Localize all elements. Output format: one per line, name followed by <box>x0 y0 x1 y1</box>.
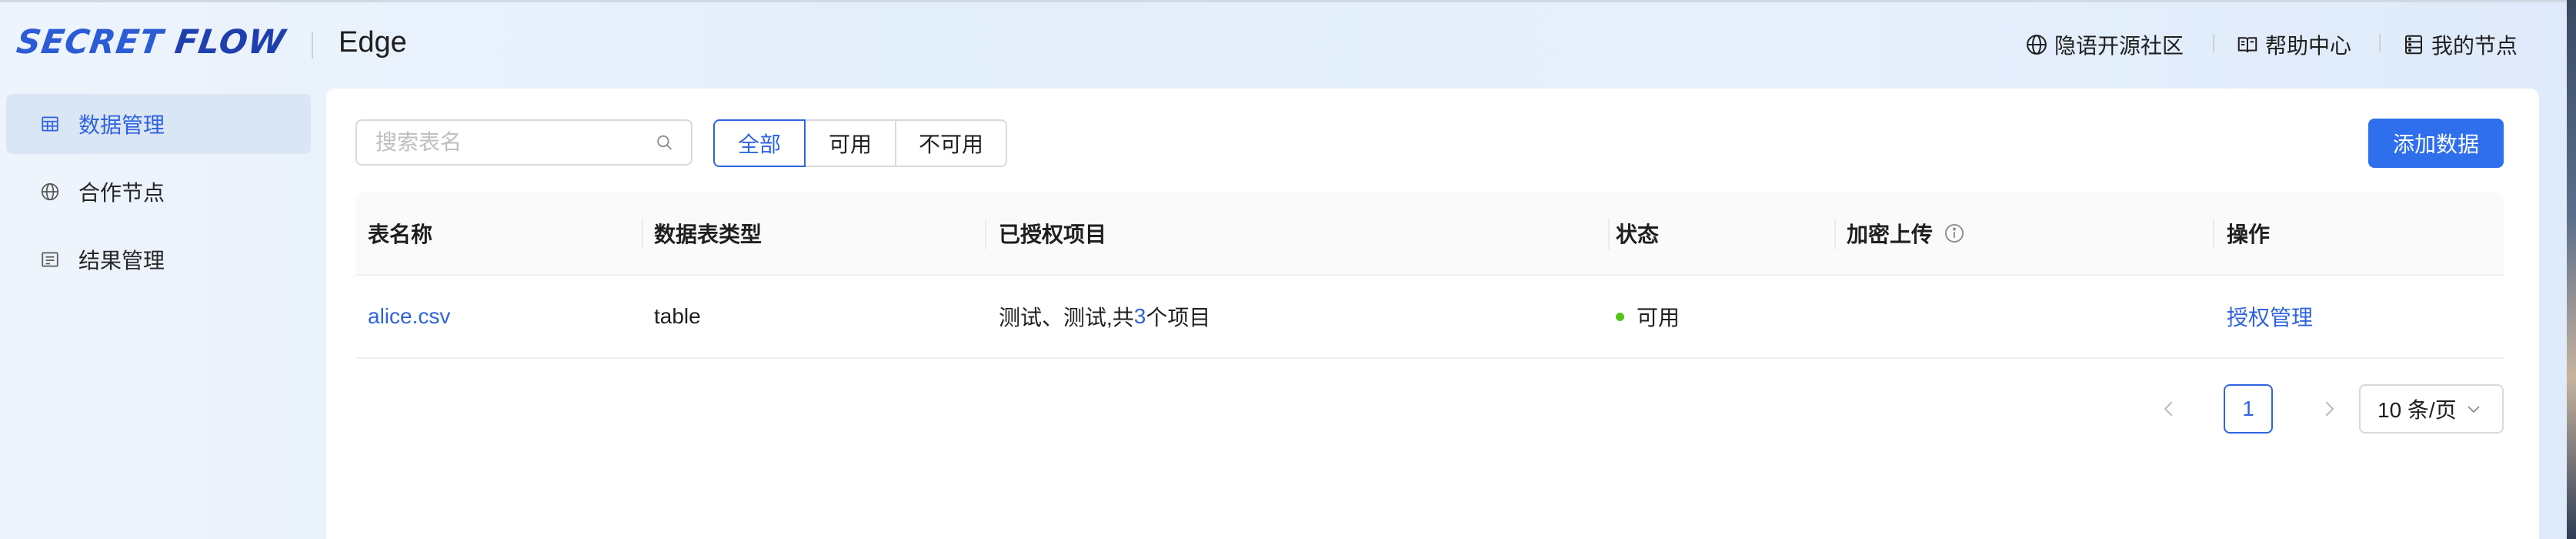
projects-prefix: 测试、测试,共 <box>999 306 1134 330</box>
column-header-type: 数据表类型 <box>654 223 762 246</box>
nav-help-label: 帮助中心 <box>2265 34 2352 58</box>
projects-count-link[interactable]: 3 <box>1134 304 1146 329</box>
page-number-button[interactable]: 1 <box>2224 384 2273 434</box>
sidebar-item-label: 合作节点 <box>78 181 165 205</box>
table-name-link[interactable]: alice.csv <box>368 276 450 357</box>
globe-icon <box>2027 35 2047 55</box>
table-header: 表名称 数据表类型 已授权项目 状态 加密上传 操作 <box>355 192 2504 276</box>
table-type-cell: table <box>654 304 701 328</box>
sidebar-item-label: 数据管理 <box>78 113 165 137</box>
nav-my-node-link[interactable]: 我的节点 <box>2402 29 2518 60</box>
main-content: 全部 可用 不可用 添加数据 表名称 数据表类型 已授权项目 状态 加密上传 操… <box>326 89 2539 539</box>
secretflow-logo[interactable]: SECRET FLOW <box>14 23 289 62</box>
sidebar-item-label: 结果管理 <box>78 249 165 273</box>
logo-text-secret: SECRET <box>14 23 166 62</box>
node-icon <box>2405 35 2422 55</box>
nav-community-label: 隐语开源社区 <box>2054 34 2184 58</box>
desktop-background-edge <box>2567 0 2576 539</box>
chevron-right-icon <box>2325 401 2334 417</box>
nav-divider <box>2213 34 2214 52</box>
search-box[interactable] <box>355 119 692 166</box>
search-input[interactable] <box>374 129 655 156</box>
status-dot <box>1616 312 1624 321</box>
sidebar-item-result-management[interactable]: 结果管理 <box>6 229 311 290</box>
chevron-left-icon <box>2164 401 2173 417</box>
projects-suffix: 个项目 <box>1146 306 1211 330</box>
sidebar-item-partner-nodes[interactable]: 合作节点 <box>6 162 311 222</box>
table-row: alice.csv table 测试、测试,共 3 个项目 可用 授权管理 <box>355 276 2504 359</box>
authorized-projects-cell: 测试、测试,共 3 个项目 <box>999 276 1210 357</box>
column-header-projects: 已授权项目 <box>999 223 1107 246</box>
add-data-button[interactable]: 添加数据 <box>2368 119 2504 168</box>
authorize-manage-link[interactable]: 授权管理 <box>2227 276 2313 357</box>
globe-icon <box>41 182 59 201</box>
nav-divider <box>2379 34 2381 52</box>
page-size-select[interactable]: 10 条/页 <box>2359 384 2504 434</box>
column-divider <box>1608 219 1610 249</box>
next-page-button[interactable] <box>2317 384 2341 434</box>
sidebar-item-data-management[interactable]: 数据管理 <box>6 94 311 154</box>
status-filter: 全部 可用 不可用 <box>713 119 1007 167</box>
nav-help-link[interactable]: 帮助中心 <box>2236 29 2351 60</box>
filter-unavailable-button[interactable]: 不可用 <box>895 119 1007 167</box>
prev-page-button[interactable] <box>2157 384 2181 434</box>
column-header-encrypted: 加密上传 <box>1847 192 1965 274</box>
result-icon <box>42 252 58 267</box>
product-name: Edge <box>339 26 407 59</box>
chevron-down-icon <box>2468 406 2480 413</box>
search-icon[interactable] <box>655 132 674 153</box>
book-icon <box>2237 37 2257 53</box>
data-table: 表名称 数据表类型 已授权项目 状态 加密上传 操作 alice.csv tab… <box>355 192 2504 359</box>
status-cell: 可用 <box>1616 276 1680 357</box>
column-divider <box>2213 219 2214 249</box>
logo-text-flow: FLOW <box>172 23 289 62</box>
app-header: SECRET FLOW Edge 隐语开源社区 帮助中心 我的节点 <box>0 0 2567 86</box>
column-divider <box>642 219 643 249</box>
filter-available-button[interactable]: 可用 <box>804 119 896 167</box>
nav-community-link[interactable]: 隐语开源社区 <box>2025 29 2184 60</box>
table-icon <box>42 116 58 132</box>
column-header-actions: 操作 <box>2227 223 2271 246</box>
column-divider <box>1834 219 1836 249</box>
column-header-encrypted-label: 加密上传 <box>1847 223 1934 246</box>
page-size-label: 10 条/页 <box>2377 398 2457 422</box>
status-label: 可用 <box>1637 306 1680 330</box>
column-header-name: 表名称 <box>368 223 433 246</box>
info-icon[interactable] <box>1944 223 1965 244</box>
column-divider <box>985 219 986 249</box>
filter-all-button[interactable]: 全部 <box>713 119 806 167</box>
column-header-status: 状态 <box>1616 223 1660 246</box>
header-divider <box>312 32 313 59</box>
nav-my-node-label: 我的节点 <box>2431 34 2518 58</box>
